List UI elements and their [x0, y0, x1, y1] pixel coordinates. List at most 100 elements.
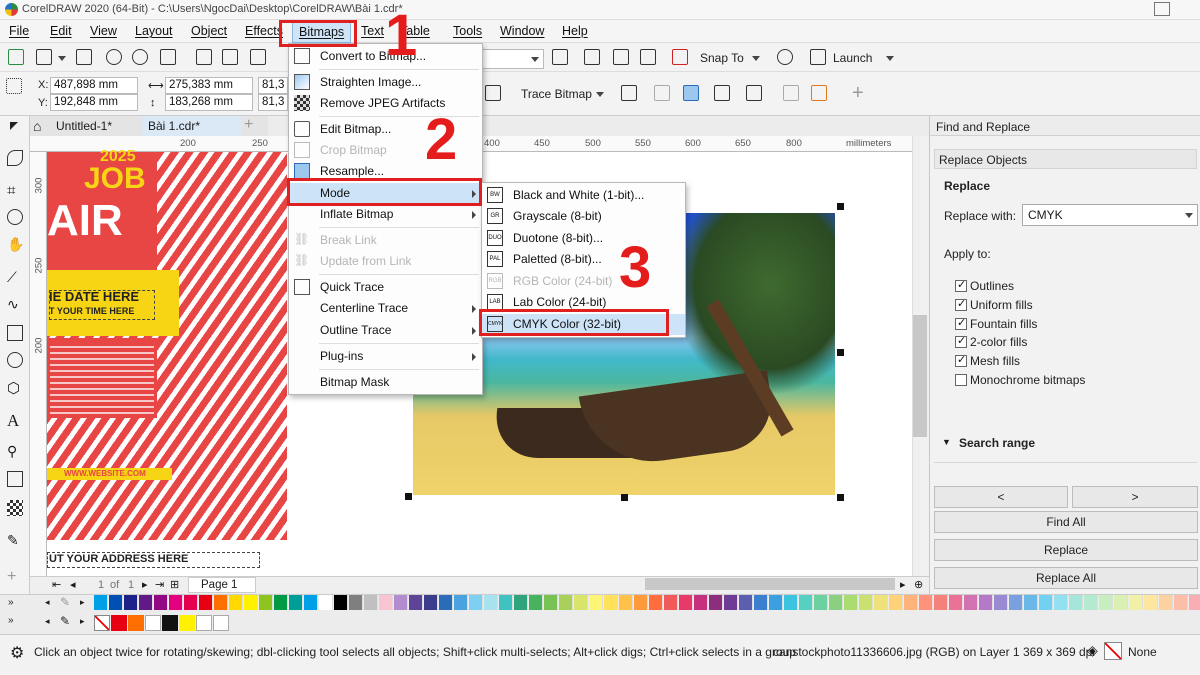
horizontal-scroll-thumb[interactable]	[645, 578, 895, 590]
open-dropdown-icon[interactable]	[58, 56, 66, 61]
scroll-right-icon[interactable]: ▸	[900, 578, 906, 591]
palette-swatch[interactable]	[289, 595, 303, 610]
selection-handle[interactable]	[837, 349, 844, 356]
palette-swatch[interactable]	[574, 595, 588, 610]
next-button[interactable]: >	[1072, 486, 1198, 508]
menu-inflate-bitmap[interactable]: Inflate Bitmap	[289, 204, 482, 225]
palette-left-arrow-icon[interactable]: ◂	[45, 597, 50, 608]
palette-swatch[interactable]	[994, 595, 1008, 610]
palette-swatch[interactable]	[889, 595, 903, 610]
palette-swatch[interactable]	[139, 595, 153, 610]
artistic-media-tool-icon[interactable]: ∿	[7, 296, 23, 312]
rectangle-tool-icon[interactable]	[7, 325, 23, 341]
palette-swatch[interactable]	[559, 595, 573, 610]
x-position-field[interactable]: 487,898 mm	[50, 77, 138, 94]
monochrome-bitmaps-checkbox[interactable]	[955, 374, 967, 386]
menu-update-from-link[interactable]: ⛓ Update from Link	[289, 251, 482, 272]
palette-swatch[interactable]	[724, 595, 738, 610]
palette-swatch[interactable]	[664, 595, 678, 610]
interactive-fill-tool-icon[interactable]: ⚲	[7, 443, 23, 459]
palette-swatch[interactable]	[1039, 595, 1053, 610]
options-gear-icon[interactable]	[777, 49, 793, 65]
doc-swatch-orange[interactable]	[128, 615, 144, 631]
doc-swatch-black[interactable]	[162, 615, 178, 631]
width-field[interactable]: 275,383 mm	[165, 77, 253, 94]
pan-tool-icon[interactable]: ✋	[7, 236, 24, 252]
menu-straighten-image[interactable]: Straighten Image...	[289, 72, 482, 93]
menu-file[interactable]: File	[9, 24, 29, 38]
menu-bitmap-mask[interactable]: Bitmap Mask	[289, 372, 482, 393]
palette-swatch[interactable]	[379, 595, 393, 610]
palette-swatch[interactable]	[874, 595, 888, 610]
fill-bucket-icon[interactable]: ◈	[1087, 642, 1098, 659]
palette-swatch[interactable]	[1099, 595, 1113, 610]
palette-swatch[interactable]	[499, 595, 513, 610]
doc-palette-right-arrow-icon[interactable]: ▸	[80, 616, 85, 627]
selection-handle[interactable]	[837, 494, 844, 501]
palette-swatch[interactable]	[604, 595, 618, 610]
palette-swatch[interactable]	[784, 595, 798, 610]
menu-object[interactable]: Object	[191, 24, 227, 38]
palette-swatch[interactable]	[1174, 595, 1188, 610]
doc-swatch-white-3[interactable]	[213, 615, 229, 631]
paste-icon[interactable]	[250, 49, 266, 65]
replace-all-button[interactable]: Replace All	[934, 567, 1198, 589]
palette-swatch[interactable]	[1054, 595, 1068, 610]
palette-swatch[interactable]	[154, 595, 168, 610]
palette-scroll-icon[interactable]: »	[8, 597, 14, 608]
shadow-tool-icon[interactable]	[7, 471, 23, 487]
zoom-dropdown-icon[interactable]	[531, 57, 539, 62]
menu-text[interactable]: Text	[361, 24, 384, 38]
ellipse-tool-icon[interactable]	[7, 352, 23, 368]
palette-right-arrow-icon[interactable]: ▸	[80, 597, 85, 608]
palette-swatch[interactable]	[259, 595, 273, 610]
palette-swatch[interactable]	[754, 595, 768, 610]
palette-swatch[interactable]	[769, 595, 783, 610]
mode-black-and-white[interactable]: BW Black and White (1-bit)...	[482, 185, 685, 206]
launch-dropdown-icon[interactable]	[886, 56, 894, 61]
menu-edit[interactable]: Edit	[50, 24, 72, 38]
previous-button[interactable]: <	[934, 486, 1068, 508]
palette-swatch[interactable]	[919, 595, 933, 610]
palette-swatch[interactable]	[334, 595, 348, 610]
new-document-icon[interactable]	[8, 49, 24, 65]
palette-swatch[interactable]	[169, 595, 183, 610]
palette-swatch[interactable]	[589, 595, 603, 610]
next-page-icon[interactable]: ▸	[142, 578, 148, 591]
resample-icon[interactable]	[654, 85, 670, 101]
palette-swatch[interactable]	[844, 595, 858, 610]
palette-swatch[interactable]	[649, 595, 663, 610]
layers-icon[interactable]	[783, 85, 799, 101]
palette-swatch[interactable]	[1009, 595, 1023, 610]
effects-layers-icon[interactable]	[811, 85, 827, 101]
search-range-collapse-icon[interactable]: ▼	[942, 437, 951, 447]
palette-swatch[interactable]	[439, 595, 453, 610]
text-tool-icon[interactable]: A	[7, 411, 23, 430]
palette-swatch[interactable]	[544, 595, 558, 610]
palette-swatch[interactable]	[514, 595, 528, 610]
zoom-fit-icon[interactable]: ⊕	[914, 578, 923, 591]
replace-with-select[interactable]: CMYK	[1022, 204, 1198, 226]
crop-tool-icon[interactable]: ⌗	[7, 182, 23, 199]
palette-swatch[interactable]	[709, 595, 723, 610]
palette-swatches[interactable]	[94, 595, 1200, 610]
eyedropper-tool-icon[interactable]: ✎	[7, 532, 23, 548]
menu-break-link[interactable]: ⛓ Break Link	[289, 230, 482, 251]
height-field[interactable]: 183,268 mm	[165, 94, 253, 111]
menu-centerline-trace[interactable]: Centerline Trace	[289, 298, 482, 319]
palette-swatch[interactable]	[364, 595, 378, 610]
menu-help[interactable]: Help	[562, 24, 588, 38]
zoom-tool-icon[interactable]	[7, 209, 23, 225]
palette-swatch[interactable]	[319, 595, 333, 610]
copy-icon[interactable]	[222, 49, 238, 65]
palette-swatch[interactable]	[244, 595, 258, 610]
add-tool-icon[interactable]: +	[7, 568, 23, 585]
mode-rgb[interactable]: RGB RGB Color (24-bit)	[482, 271, 685, 292]
scale-width-field[interactable]: 81,3	[258, 77, 288, 94]
palette-swatch[interactable]	[679, 595, 693, 610]
print-icon[interactable]	[160, 49, 176, 65]
outline-none-swatch[interactable]	[1104, 642, 1122, 660]
scale-height-field[interactable]: 81,3	[258, 94, 288, 111]
palette-swatch[interactable]	[1084, 595, 1098, 610]
show-grid-icon[interactable]	[613, 49, 629, 65]
